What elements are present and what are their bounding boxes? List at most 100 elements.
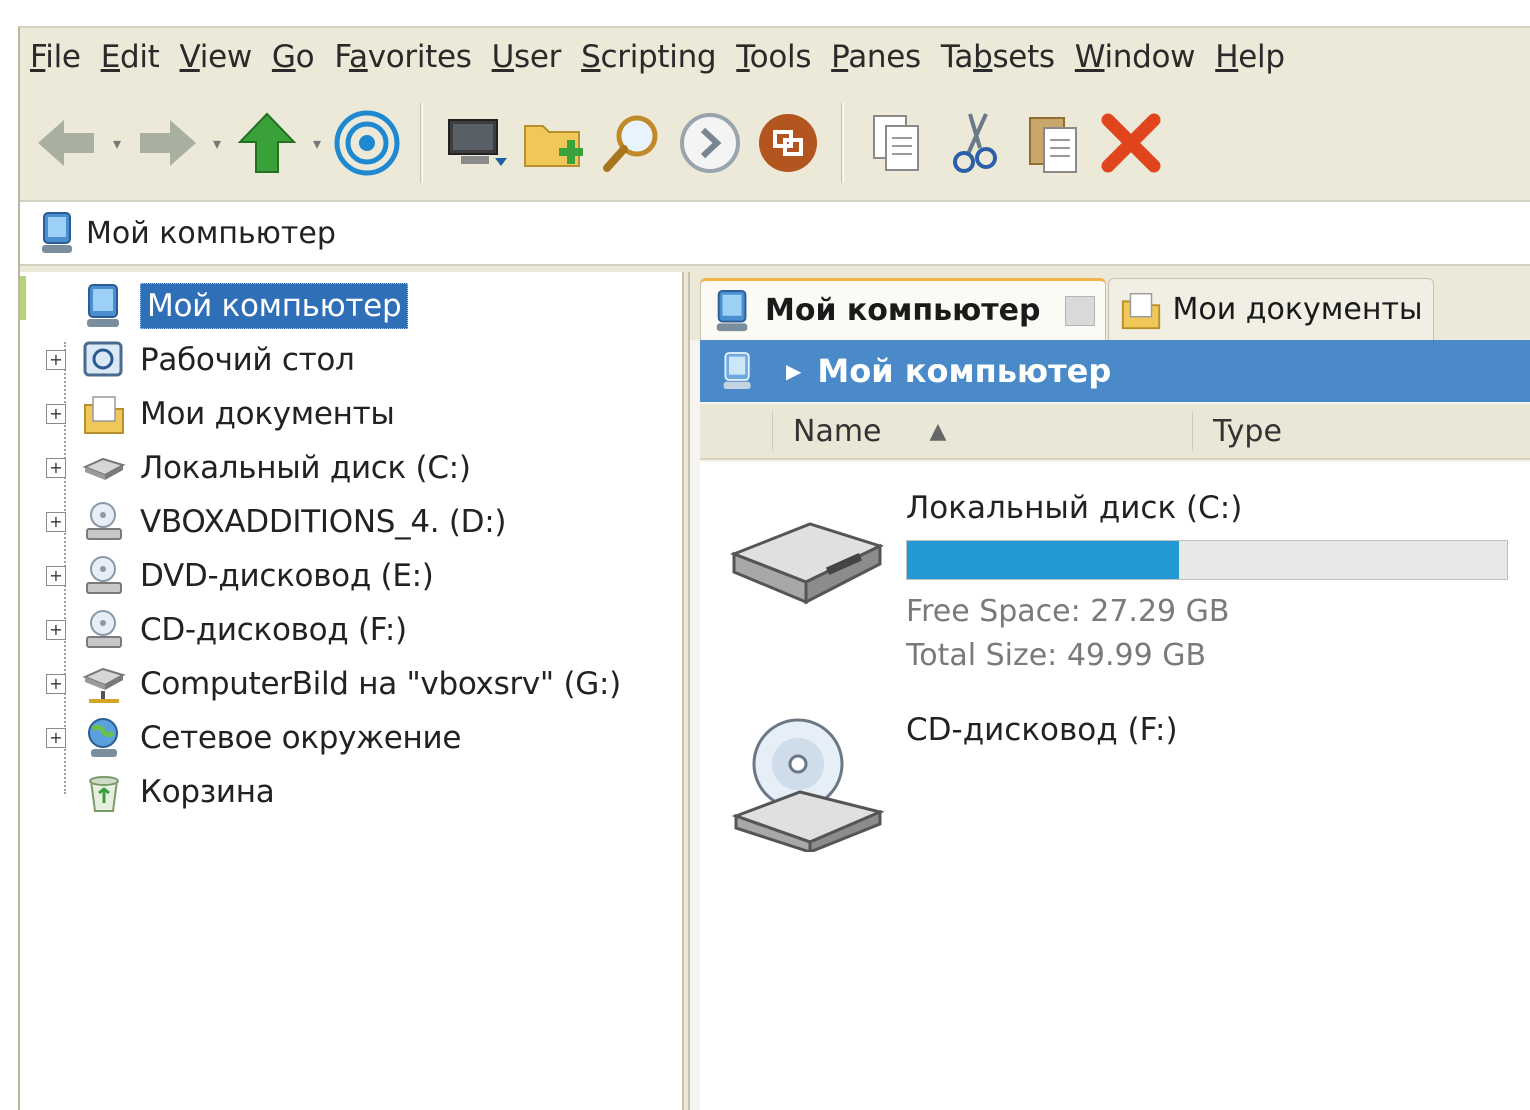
back-button[interactable] bbox=[28, 104, 106, 182]
tree-item-local-disk-c[interactable]: + Локальный диск (C:) bbox=[46, 442, 471, 494]
cd-drive-icon bbox=[731, 718, 885, 852]
menu-help[interactable]: Help bbox=[1213, 39, 1302, 75]
computer-icon bbox=[716, 289, 748, 331]
cd-drive-icon bbox=[78, 498, 130, 546]
recycle-bin-icon bbox=[78, 768, 130, 816]
total-size-text: Total Size: 49.99 GB bbox=[906, 638, 1207, 673]
hard-drive-icon bbox=[729, 522, 885, 605]
tree-accent-bar bbox=[20, 276, 26, 320]
hard-drive-icon bbox=[78, 444, 130, 492]
menu-bar: File Edit View Go Favorites User Scripti… bbox=[20, 28, 1530, 86]
back-arrow-icon bbox=[38, 120, 94, 166]
paste-button[interactable] bbox=[1014, 104, 1092, 182]
up-arrow-icon bbox=[237, 112, 297, 173]
menu-view[interactable]: View bbox=[178, 39, 270, 75]
sync-button[interactable] bbox=[749, 104, 827, 182]
forward-dropdown[interactable]: ▾ bbox=[206, 134, 228, 153]
breadcrumb-arrow-icon[interactable]: ▶ bbox=[786, 359, 801, 383]
expand-toggle[interactable]: + bbox=[46, 512, 66, 532]
tree-item-desktop[interactable]: + Рабочий стол bbox=[46, 334, 355, 386]
column-type[interactable]: Type bbox=[1192, 411, 1282, 451]
menu-tools[interactable]: Tools bbox=[734, 39, 829, 75]
scissors-icon bbox=[953, 113, 997, 173]
explorer-window: File Edit View Go Favorites User Scripti… bbox=[18, 26, 1530, 1110]
menu-tabsets[interactable]: Tabsets bbox=[939, 39, 1073, 75]
column-name[interactable]: Name ▲ bbox=[772, 411, 946, 451]
file-list: Локальный диск (C:) Free Space: 27.29 GB… bbox=[700, 462, 1530, 1110]
tree-item-label: Рабочий стол bbox=[140, 342, 355, 378]
forward-button[interactable] bbox=[128, 104, 206, 182]
tree-item-vboxadditions-d[interactable]: + VBOXADDITIONS_4. (D:) bbox=[46, 496, 506, 548]
target-button[interactable] bbox=[328, 104, 406, 182]
copy-button[interactable] bbox=[858, 104, 936, 182]
go-button[interactable] bbox=[671, 104, 749, 182]
desktop-icon bbox=[78, 336, 130, 384]
tab-bar: Мой компьютер Мои документы bbox=[690, 272, 1530, 340]
address-bar[interactable]: Мой компьютер bbox=[20, 200, 1530, 266]
tab-my-documents[interactable]: Мои документы bbox=[1107, 278, 1434, 340]
tree-item-label: Локальный диск (C:) bbox=[140, 450, 471, 486]
paste-icon bbox=[1029, 117, 1077, 173]
tree-item-label: Мой компьютер bbox=[140, 283, 409, 329]
delete-button[interactable] bbox=[1092, 104, 1170, 182]
dvd-drive-icon bbox=[78, 552, 130, 600]
monitor-button[interactable] bbox=[437, 104, 515, 182]
tree-item-network-drive-g[interactable]: + ComputerBild на "vboxsrv" (G:) bbox=[46, 658, 621, 710]
computer-icon bbox=[42, 212, 72, 253]
tree-item-my-computer[interactable]: Мой компьютер bbox=[46, 280, 409, 332]
folder-tree: Мой компьютер + Рабочий стол + Мои докум… bbox=[20, 272, 684, 1110]
menu-file[interactable]: File bbox=[28, 39, 99, 75]
expand-toggle[interactable]: + bbox=[46, 458, 66, 478]
menu-user[interactable]: User bbox=[490, 39, 579, 75]
expand-toggle[interactable]: + bbox=[46, 404, 66, 424]
expand-toggle[interactable]: + bbox=[46, 350, 66, 370]
tab-my-computer[interactable]: Мой компьютер bbox=[700, 278, 1106, 340]
menu-scripting[interactable]: Scripting bbox=[579, 39, 734, 75]
drive-item-f[interactable]: CD-дисковод (F:) bbox=[720, 712, 1520, 882]
go-circle-icon bbox=[680, 113, 740, 173]
expand-toggle[interactable]: + bbox=[46, 728, 66, 748]
network-drive-icon bbox=[78, 660, 130, 708]
folder-add-icon bbox=[524, 125, 583, 167]
location-text: Мой компьютер bbox=[817, 352, 1112, 390]
new-folder-button[interactable] bbox=[515, 104, 593, 182]
expand-toggle[interactable]: + bbox=[46, 620, 66, 640]
tree-item-cd-f[interactable]: + CD-дисковод (F:) bbox=[46, 604, 407, 656]
toolbar-separator bbox=[420, 103, 423, 183]
forward-arrow-icon bbox=[140, 120, 196, 166]
column-name-label: Name bbox=[793, 413, 882, 449]
tree-item-label: VBOXADDITIONS_4. (D:) bbox=[140, 504, 507, 540]
target-icon bbox=[334, 110, 400, 176]
menu-favorites[interactable]: Favorites bbox=[332, 39, 489, 75]
up-dropdown[interactable]: ▾ bbox=[306, 134, 328, 153]
drive-item-c[interactable]: Локальный диск (C:) Free Space: 27.29 GB… bbox=[720, 490, 1520, 690]
tree-item-recycle-bin[interactable]: Корзина bbox=[46, 766, 275, 818]
cd-drive-icon bbox=[78, 606, 130, 654]
computer-icon bbox=[723, 352, 751, 389]
up-button[interactable] bbox=[228, 104, 306, 182]
toolbar-separator bbox=[841, 103, 844, 183]
cut-button[interactable] bbox=[936, 104, 1014, 182]
delete-x-icon bbox=[1101, 113, 1161, 173]
drive-name: CD-дисковод (F:) bbox=[906, 712, 1178, 748]
location-bar[interactable]: ▶ Мой компьютер bbox=[700, 340, 1530, 402]
expand-toggle[interactable]: + bbox=[46, 566, 66, 586]
sort-ascending-icon: ▲ bbox=[929, 418, 947, 444]
free-space-text: Free Space: 27.29 GB bbox=[906, 594, 1230, 629]
back-dropdown[interactable]: ▾ bbox=[106, 134, 128, 153]
tab-label: Мои документы bbox=[1172, 292, 1423, 327]
tree-item-label: Сетевое окружение bbox=[140, 720, 462, 756]
menu-panes[interactable]: Panes bbox=[829, 39, 939, 75]
menu-edit[interactable]: Edit bbox=[99, 39, 178, 75]
search-button[interactable] bbox=[593, 104, 671, 182]
tree-item-dvd-e[interactable]: + DVD-дисковод (E:) bbox=[46, 550, 434, 602]
tree-item-network-places[interactable]: + Сетевое окружение bbox=[46, 712, 461, 764]
search-icon bbox=[603, 115, 658, 172]
expand-toggle[interactable]: + bbox=[46, 674, 66, 694]
menu-window[interactable]: Window bbox=[1073, 39, 1213, 75]
tree-item-my-documents[interactable]: + Мои документы bbox=[46, 388, 395, 440]
menu-go[interactable]: Go bbox=[270, 39, 332, 75]
tab-close-button[interactable] bbox=[1064, 295, 1095, 326]
column-header: Name ▲ Type bbox=[700, 404, 1530, 460]
disk-usage-fill bbox=[907, 541, 1180, 579]
